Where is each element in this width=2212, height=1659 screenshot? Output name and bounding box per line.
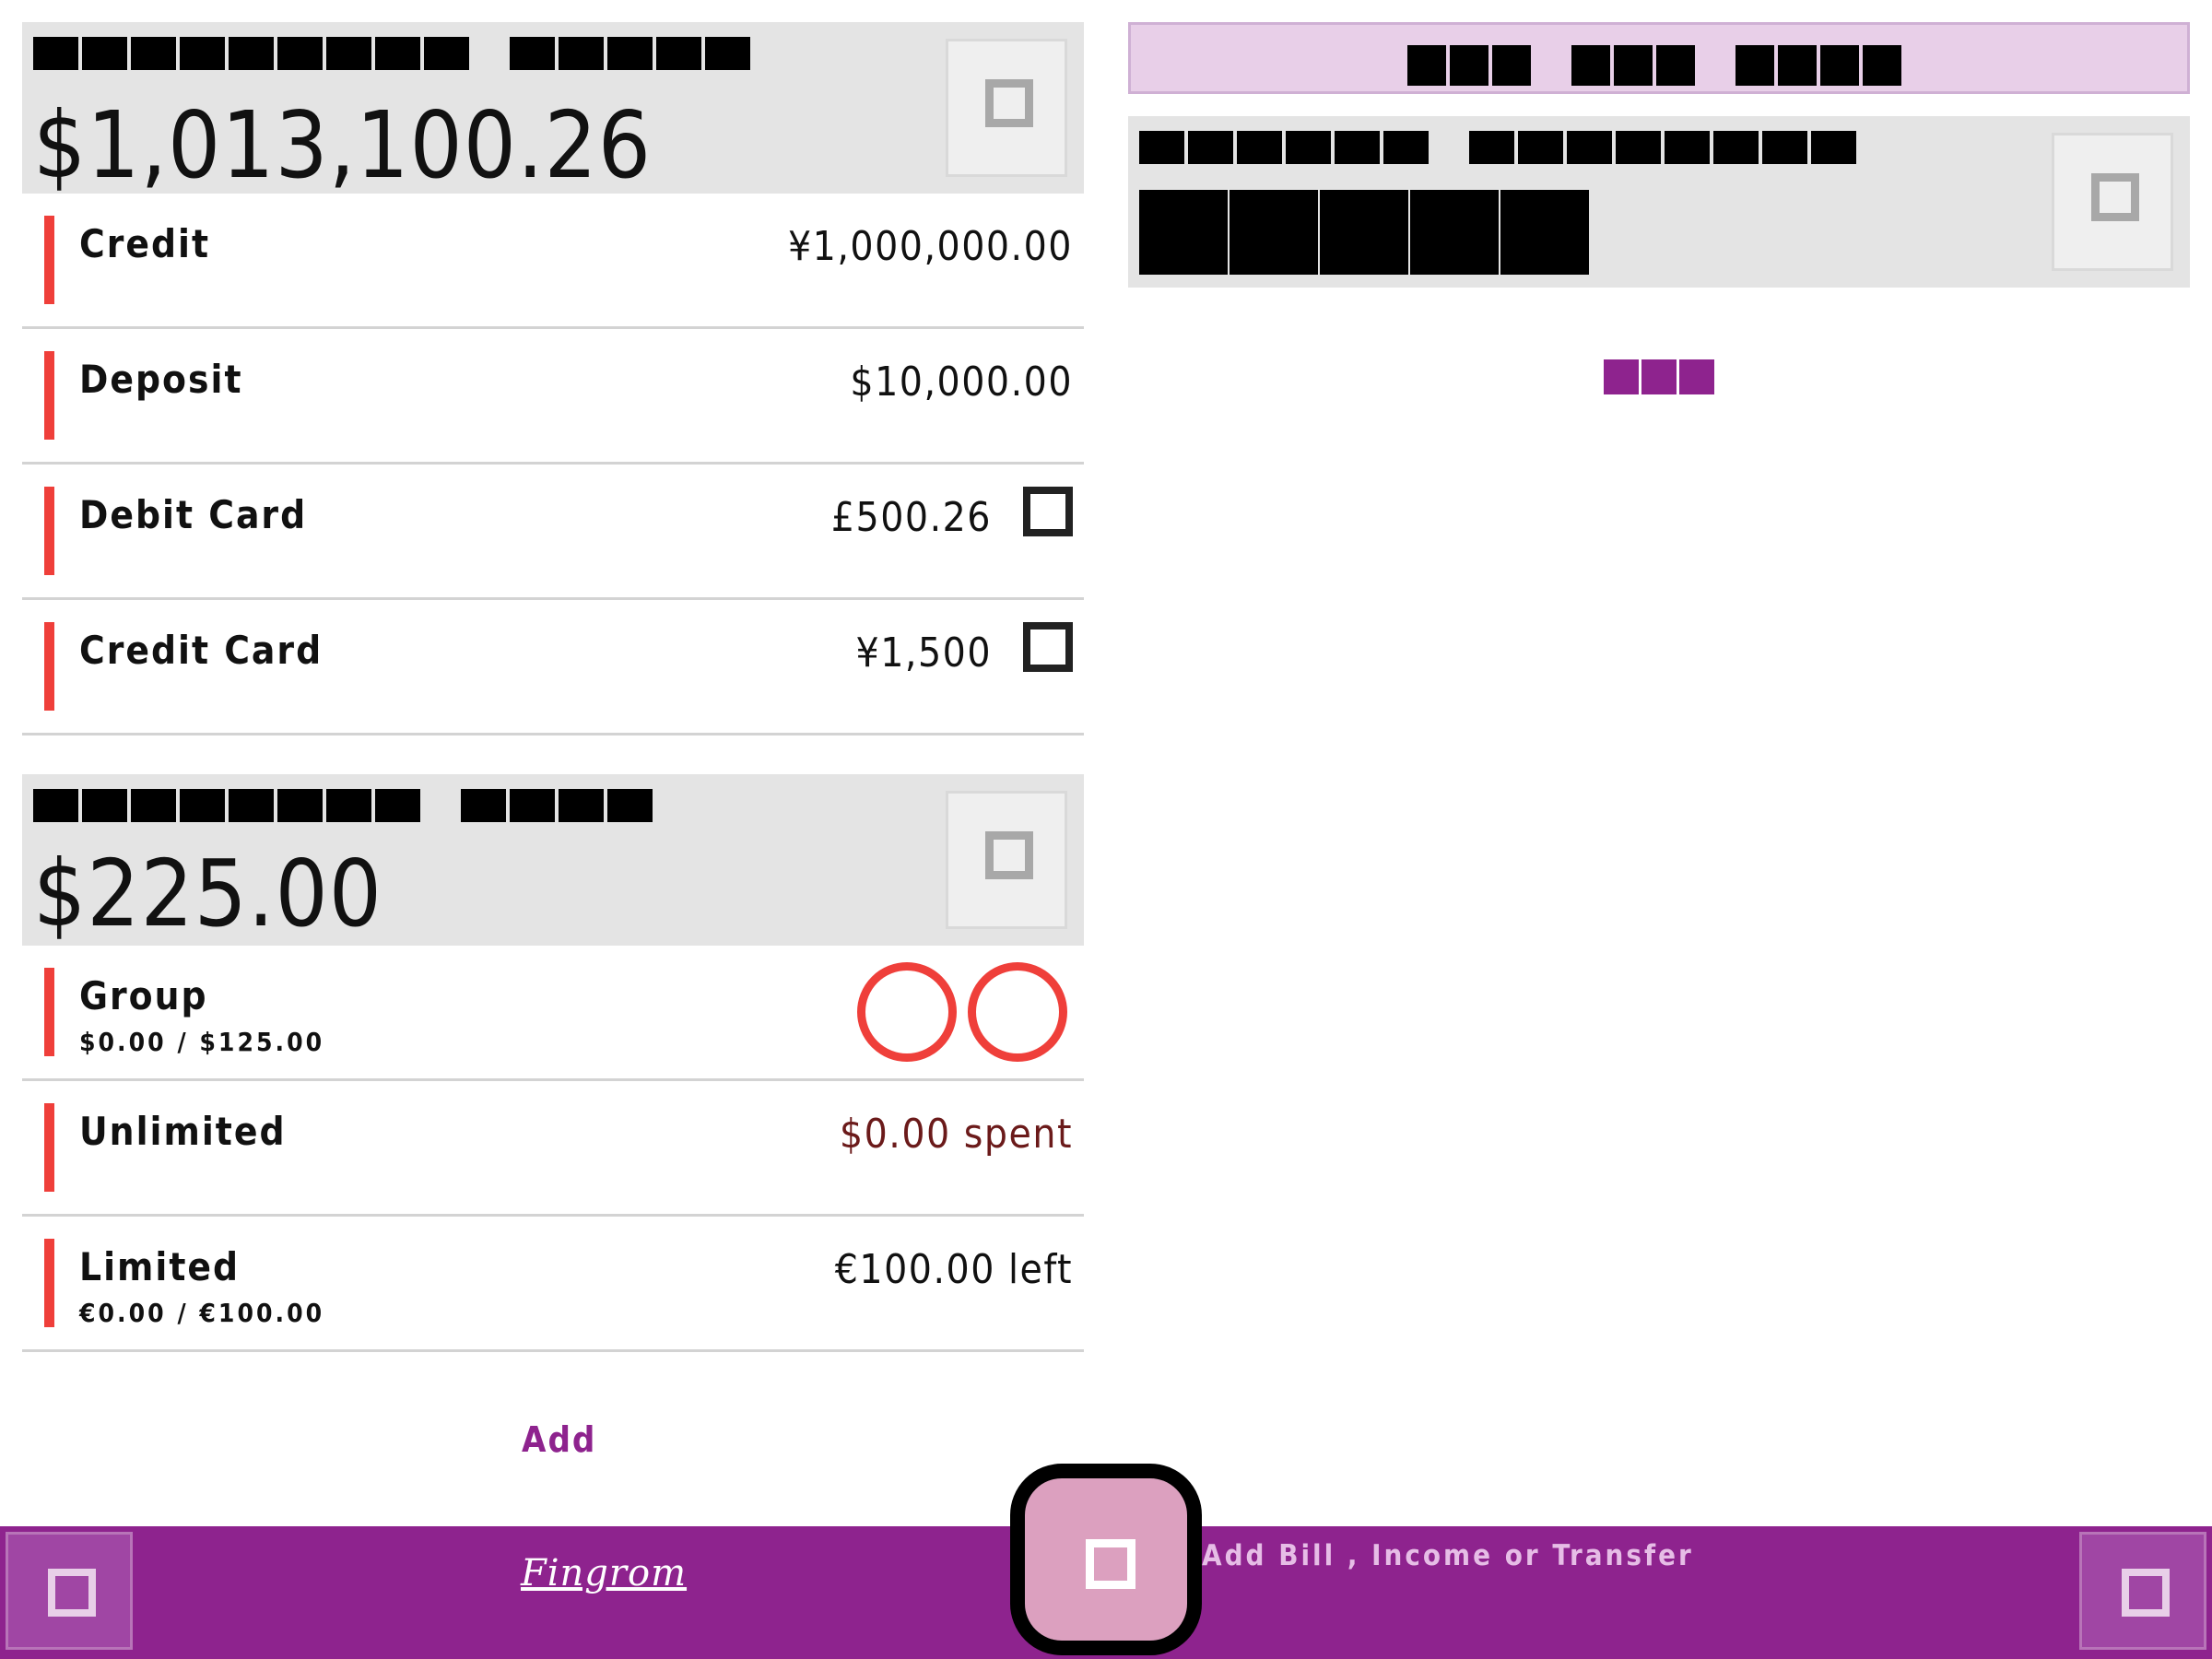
budget-spent: $0.00 spent: [839, 1111, 1073, 1158]
account-balance: £500.26: [830, 494, 992, 541]
account-checkbox[interactable]: [1023, 622, 1073, 672]
secondary-summary-header: [1128, 116, 2190, 288]
accounts-header-label: [33, 37, 750, 70]
budgets-header-label: [33, 789, 653, 822]
account-checkbox[interactable]: [1023, 487, 1073, 536]
budget-indicator: [44, 968, 54, 1056]
account-row-deposit[interactable]: Deposit $10,000.00: [22, 329, 1084, 465]
account-name: Credit: [79, 221, 211, 266]
account-indicator: [44, 216, 54, 304]
loading-indicator: [1604, 359, 1714, 394]
budget-remaining: €100.00 left: [834, 1246, 1073, 1293]
account-balance: ¥1,000,000.00: [787, 223, 1073, 270]
info-banner[interactable]: [1128, 22, 2190, 94]
budgets-total: $225.00: [33, 840, 382, 947]
budget-name: Unlimited: [79, 1109, 287, 1154]
budget-name: Group: [79, 973, 208, 1018]
accounts-summary-header: $1,013,100.26: [22, 22, 1084, 194]
square-icon: [2091, 173, 2139, 221]
square-icon: [985, 79, 1033, 127]
add-transaction-fab[interactable]: [1010, 1464, 1202, 1655]
account-indicator: [44, 487, 54, 575]
budget-progress-text: €0.00 / €100.00: [79, 1298, 325, 1328]
budget-indicator: [44, 1239, 54, 1327]
account-balance: $10,000.00: [850, 359, 1073, 406]
budget-progress-text: $0.00 / $125.00: [79, 1027, 325, 1057]
budget-ring-icon: [968, 962, 1067, 1062]
add-transaction-label[interactable]: Add Bill , Income or Transfer: [1202, 1539, 1694, 1572]
accounts-action-button[interactable]: [946, 39, 1067, 177]
accounts-total: $1,013,100.26: [33, 91, 652, 199]
budget-name: Limited: [79, 1244, 241, 1289]
budget-row-limited[interactable]: Limited €0.00 / €100.00 €100.00 left: [22, 1217, 1084, 1352]
nav-right-button[interactable]: [2079, 1532, 2206, 1650]
budget-row-unlimited[interactable]: Unlimited $0.00 spent: [22, 1081, 1084, 1217]
account-indicator: [44, 622, 54, 711]
secondary-action-button[interactable]: [2052, 133, 2173, 271]
square-icon: [2122, 1569, 2170, 1617]
app-logo: Fingrom: [521, 1552, 688, 1594]
budgets-action-button[interactable]: [946, 791, 1067, 929]
add-budget-button[interactable]: Add: [522, 1419, 596, 1460]
square-icon: [1086, 1539, 1135, 1589]
account-balance: ¥1,500: [855, 629, 992, 677]
budget-ring-icon: [857, 962, 957, 1062]
square-icon: [985, 831, 1033, 879]
budgets-summary-header: $225.00: [22, 774, 1084, 946]
nav-left-button[interactable]: [6, 1532, 133, 1650]
budget-row-group[interactable]: Group $0.00 / $125.00: [22, 946, 1084, 1081]
account-name: Debit Card: [79, 492, 308, 537]
account-name: Credit Card: [79, 628, 324, 673]
account-row-credit-card[interactable]: Credit Card ¥1,500: [22, 600, 1084, 735]
account-indicator: [44, 351, 54, 440]
secondary-total: [1139, 190, 1589, 275]
square-icon: [48, 1569, 96, 1617]
account-name: Deposit: [79, 357, 243, 402]
account-row-credit[interactable]: Credit ¥1,000,000.00: [22, 194, 1084, 329]
budget-indicator: [44, 1103, 54, 1192]
secondary-header-label: [1139, 131, 1856, 164]
account-row-debit-card[interactable]: Debit Card £500.26: [22, 465, 1084, 600]
